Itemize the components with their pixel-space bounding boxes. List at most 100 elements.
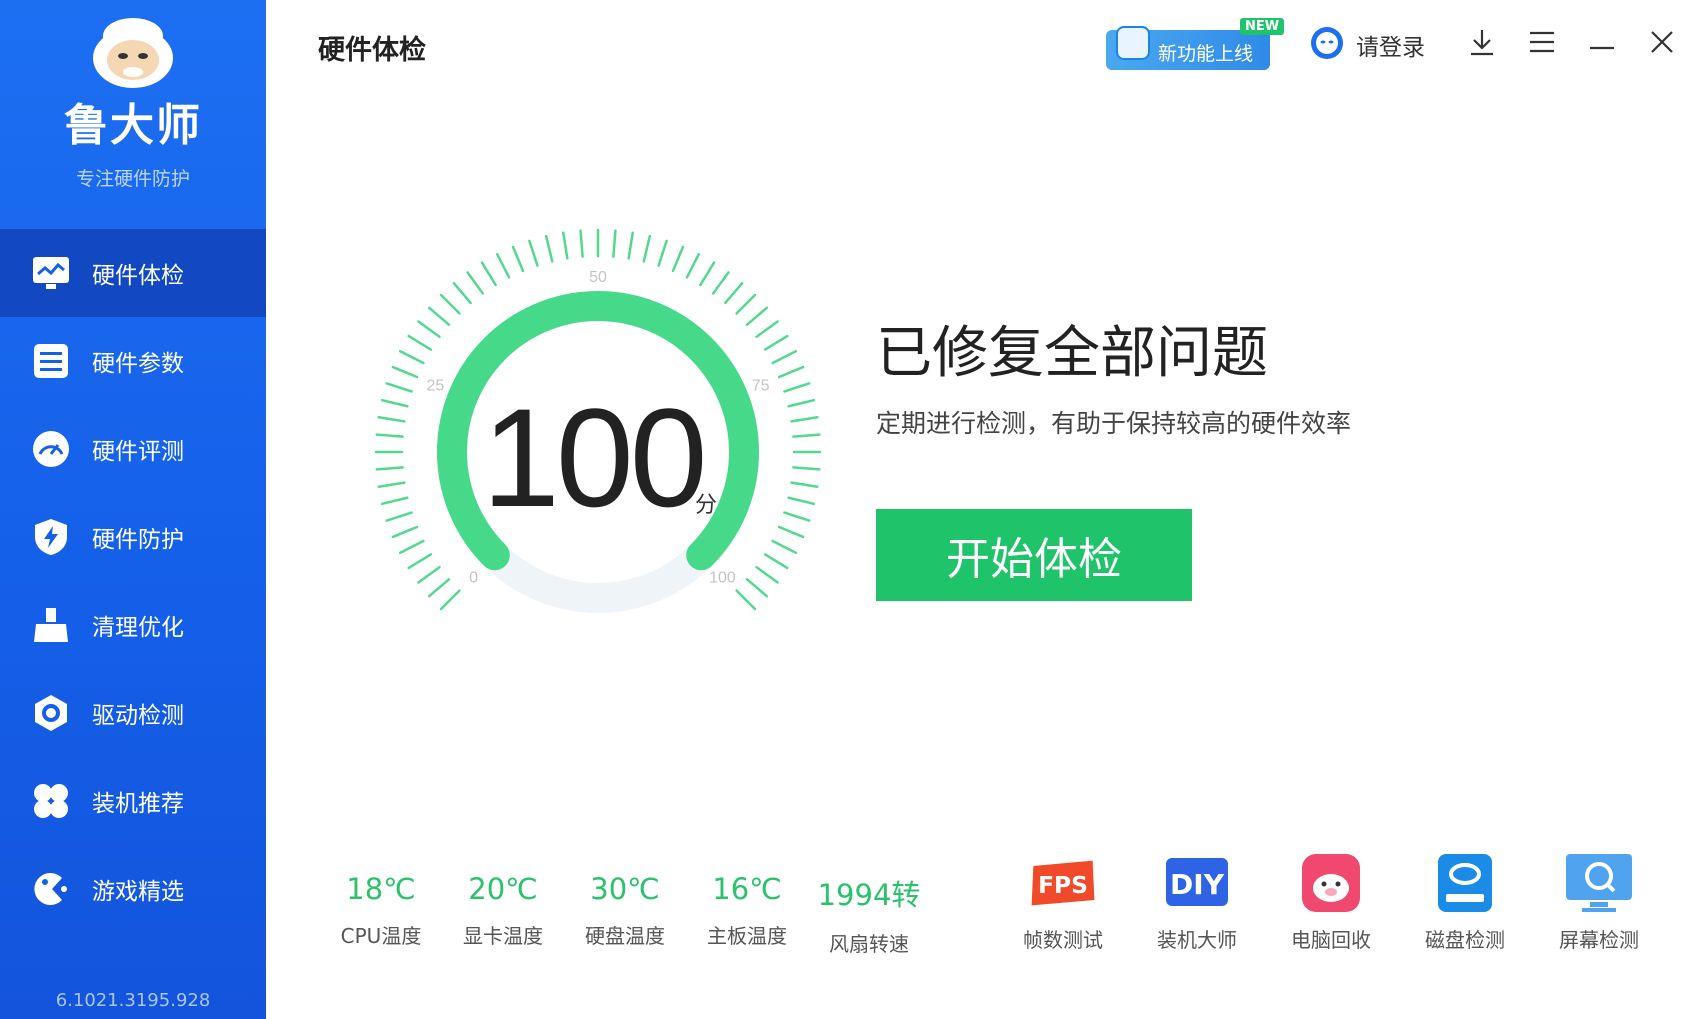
score-value: 100 xyxy=(482,379,708,536)
tool-shortcuts: FPS 帧数测试 DIY 装机大师 电脑回收 磁盘检测 屏幕检测 xyxy=(996,852,1666,953)
stat-value: 16℃ xyxy=(712,872,782,906)
gauge-tick xyxy=(385,511,413,522)
tool-fps-test[interactable]: FPS 帧数测试 xyxy=(996,852,1130,953)
gauge-tick xyxy=(407,553,433,570)
stat-cpu-temp: 18℃ CPU温度 xyxy=(320,872,442,957)
tool-label: 屏幕检测 xyxy=(1559,928,1639,952)
gauge-tick xyxy=(407,334,433,351)
gauge-tick xyxy=(511,245,525,273)
sidebar-item-hardware-check[interactable]: 硬件体检 xyxy=(0,229,266,317)
gauge-tick xyxy=(790,481,819,488)
gauge-tick xyxy=(724,281,744,305)
tool-pc-recycle[interactable]: 电脑回收 xyxy=(1264,852,1398,953)
gauge-tick xyxy=(612,229,617,258)
version-text: 6.1021.3195.928 xyxy=(55,990,211,1011)
gauge-tick xyxy=(755,320,779,339)
gauge-tick xyxy=(380,398,409,408)
user-avatar-icon xyxy=(1310,26,1344,64)
gauge-tick xyxy=(792,466,821,471)
tool-diy-master[interactable]: DIY 装机大师 xyxy=(1130,852,1264,953)
svg-text:DIY: DIY xyxy=(1170,868,1225,901)
list-sliders-icon xyxy=(30,340,72,382)
brand-name: 鲁大师 xyxy=(64,100,202,151)
sidebar-item-clean-optimize[interactable]: 清理优化 xyxy=(0,581,266,669)
disk-icon xyxy=(1430,852,1500,914)
stat-label: 硬盘温度 xyxy=(585,924,665,948)
score-unit: 分 xyxy=(695,493,718,518)
gauge-tick xyxy=(391,365,419,379)
minimize-button[interactable] xyxy=(1586,28,1618,60)
gauge-tick xyxy=(439,293,461,315)
svg-text:FPS: FPS xyxy=(1038,871,1088,899)
clover-icon xyxy=(30,780,72,822)
gauge-tick xyxy=(771,349,798,365)
gauge-tick xyxy=(755,565,779,584)
speedometer-icon xyxy=(30,428,72,470)
gauge-tick xyxy=(745,578,769,598)
login-button[interactable]: 请登录 xyxy=(1310,26,1425,64)
gauge-base-arc xyxy=(484,544,712,613)
gauge-tick xyxy=(377,416,406,423)
stat-value: 18℃ xyxy=(346,872,416,906)
gauge-tick-label: 100 xyxy=(709,569,736,586)
sidebar-item-label: 硬件评测 xyxy=(92,439,184,465)
stat-gpu-temp: 20℃ 显卡温度 xyxy=(442,872,564,957)
stat-value: 1994转 xyxy=(817,878,921,912)
gauge-tick xyxy=(627,231,634,260)
gauge-tick xyxy=(579,229,584,258)
sidebar-item-label: 装机推荐 xyxy=(92,791,184,817)
gauge-tick xyxy=(790,416,819,423)
stat-label: 主板温度 xyxy=(707,924,787,948)
stat-disk-temp: 30℃ 硬盘温度 xyxy=(564,872,686,957)
stat-label: 风扇转速 xyxy=(829,932,909,956)
gauge-tick xyxy=(685,252,701,279)
sidebar-item-build-recommend[interactable]: 装机推荐 xyxy=(0,757,266,845)
sidebar-item-label: 驱动检测 xyxy=(92,703,184,729)
menu-button[interactable] xyxy=(1526,28,1558,60)
login-label: 请登录 xyxy=(1356,35,1425,61)
tool-label: 帧数测试 xyxy=(1023,928,1103,952)
page-title: 硬件体检 xyxy=(318,35,426,66)
gauge-tick xyxy=(763,334,789,351)
gauge-tick xyxy=(417,320,441,339)
download-button[interactable] xyxy=(1466,28,1498,60)
gauge-tick xyxy=(528,239,539,267)
gauge-tick xyxy=(735,293,757,315)
gauge-tick xyxy=(375,433,404,438)
gauge-tick xyxy=(771,539,798,555)
stat-board-temp: 16℃ 主板温度 xyxy=(686,872,808,957)
stat-value: 20℃ xyxy=(468,872,538,906)
sidebar: 鲁大师 专注硬件防护 硬件体检 硬件参数 硬件评测 硬件防护 清理优化 驱动检测… xyxy=(0,0,266,1019)
tool-screen-check[interactable]: 屏幕检测 xyxy=(1532,852,1666,953)
new-badge: NEW xyxy=(1240,18,1285,35)
gauge-tick xyxy=(398,539,425,555)
sidebar-item-hardware-params[interactable]: 硬件参数 xyxy=(0,317,266,405)
gauge-tick xyxy=(452,281,472,305)
download-icon xyxy=(1469,28,1495,60)
close-icon xyxy=(1650,30,1674,58)
tool-disk-check[interactable]: 磁盘检测 xyxy=(1398,852,1532,953)
sidebar-nav: 硬件体检 硬件参数 硬件评测 硬件防护 清理优化 驱动检测 装机推荐 游戏精选 xyxy=(0,229,266,933)
sidebar-item-hardware-protect[interactable]: 硬件防护 xyxy=(0,493,266,581)
gauge-tick xyxy=(417,565,441,584)
gauge-tick xyxy=(787,398,816,408)
broom-icon xyxy=(30,604,72,646)
gauge-tick xyxy=(375,466,404,471)
gauge-tick-label: 50 xyxy=(589,269,607,286)
start-check-button[interactable]: 开始体检 xyxy=(876,509,1192,601)
tool-label: 电脑回收 xyxy=(1291,928,1371,952)
gauge-tick xyxy=(792,433,821,438)
sidebar-item-game-picks[interactable]: 游戏精选 xyxy=(0,845,266,933)
gauge-tick xyxy=(562,231,569,260)
gauge-tick xyxy=(783,511,811,522)
close-button[interactable] xyxy=(1646,28,1678,60)
gauge-tick-label: 75 xyxy=(752,378,770,395)
sidebar-item-hardware-benchmark[interactable]: 硬件评测 xyxy=(0,405,266,493)
new-feature-banner[interactable]: 新功能上线 NEW xyxy=(1106,18,1285,70)
gauge-tick xyxy=(783,382,811,393)
gauge-tick xyxy=(699,261,716,287)
gauge-tick xyxy=(480,261,497,287)
gauge-tick xyxy=(439,589,461,611)
recycle-pig-icon xyxy=(1296,852,1366,914)
sidebar-item-driver-check[interactable]: 驱动检测 xyxy=(0,669,266,757)
